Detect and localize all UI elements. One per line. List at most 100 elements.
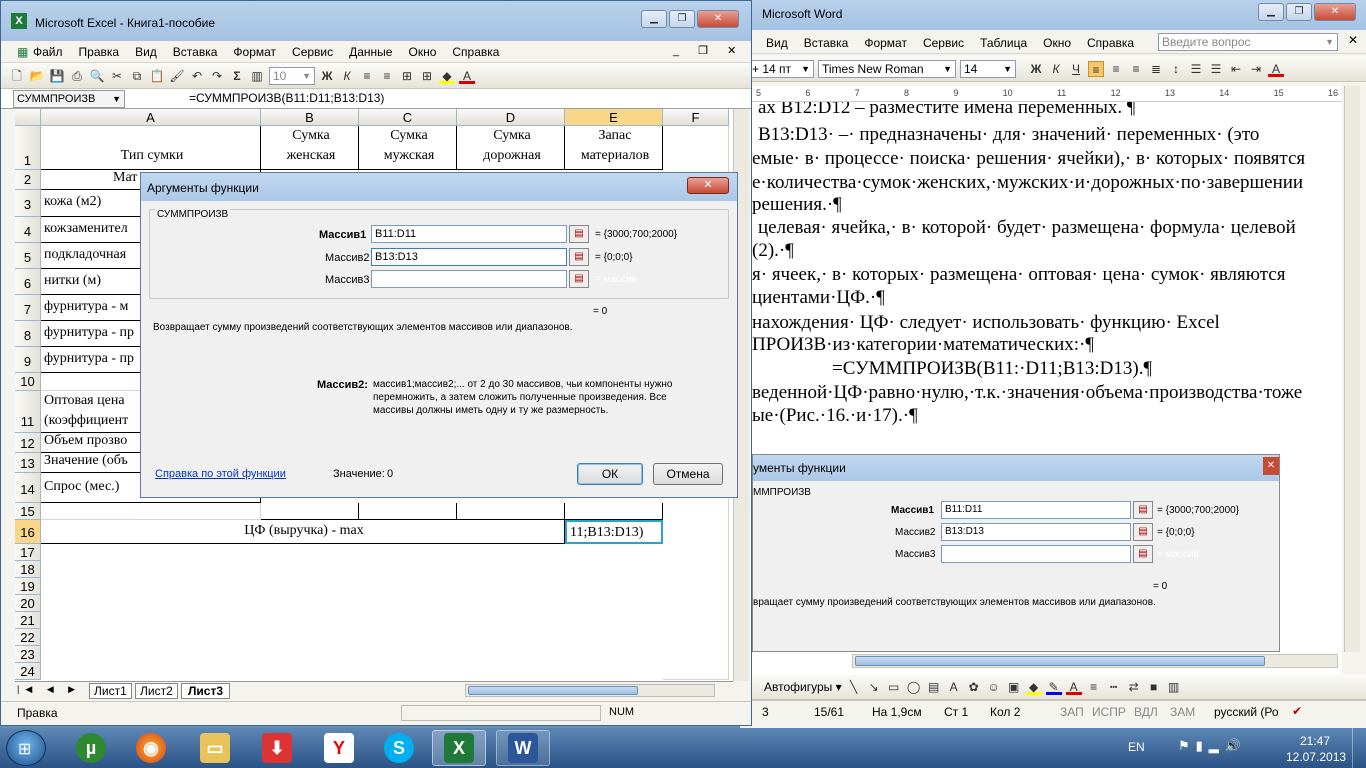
cell-c15[interactable]	[359, 503, 457, 520]
embedded-screenshot[interactable]: ументы функции ✕ ММПРОИЗВ Массив1 B11:D1…	[752, 454, 1280, 652]
taskbar-downloader[interactable]: ⬇	[250, 730, 304, 766]
word-maximize-button[interactable]: ❐	[1286, 3, 1312, 21]
column-header[interactable]: C	[359, 109, 457, 126]
undo-icon[interactable]: ↶	[189, 68, 205, 84]
arrow-icon[interactable]: ↘	[866, 679, 882, 695]
row-header[interactable]: 4	[15, 217, 41, 243]
cell-a1[interactable]: Тип сумки	[41, 126, 261, 170]
row-header[interactable]: 21	[15, 612, 41, 629]
clipart-icon[interactable]: ☺	[986, 679, 1002, 695]
taskbar-skype[interactable]: S	[372, 730, 426, 766]
style-combo[interactable]: + 14 пт ▼	[748, 59, 814, 78]
picture-icon[interactable]: ▣	[1006, 679, 1022, 695]
help-link[interactable]: Справка по этой функции	[155, 468, 286, 480]
arg2-collapse-icon[interactable]: ▤	[569, 248, 589, 266]
row-header[interactable]: 9	[15, 347, 41, 373]
word-menu-item[interactable]: Таблица	[972, 36, 1035, 50]
row-header[interactable]: 12	[15, 433, 41, 453]
cell-a15[interactable]	[41, 503, 261, 520]
rectangle-icon[interactable]: ▭	[886, 679, 902, 695]
diagram-icon[interactable]: ✿	[966, 679, 982, 695]
fill-color-icon[interactable]: ◆	[1025, 679, 1042, 695]
ask-question-input[interactable]: Введите вопрос ▼	[1158, 33, 1338, 51]
word-menu-close-icon[interactable]: ✕	[1348, 33, 1358, 47]
italic-icon[interactable]: К	[1048, 61, 1064, 77]
row-header[interactable]: 5	[15, 243, 41, 269]
word-vertical-scrollbar[interactable]	[1344, 86, 1360, 652]
font-combo[interactable]: Times New Roman ▼	[818, 59, 956, 78]
word-minimize-button[interactable]: ▁	[1258, 3, 1284, 21]
taskbar-explorer[interactable]: ▭	[188, 730, 242, 766]
arg2-input[interactable]: B13:D13	[371, 248, 567, 266]
cell-c1[interactable]: Сумка мужская	[359, 126, 457, 170]
format-painter-icon[interactable]: 🖌	[169, 68, 185, 84]
taskbar-excel[interactable]: X	[432, 730, 486, 766]
cell-b15[interactable]	[261, 503, 359, 520]
excel-menu-item[interactable]: Вставка	[165, 45, 226, 59]
underline-icon[interactable]: Ч	[1068, 61, 1084, 77]
save-icon[interactable]: 💾	[49, 68, 65, 84]
arg1-input[interactable]: B11:D11	[371, 225, 567, 243]
font-size-combo[interactable]: 14 ▼	[960, 59, 1016, 78]
word-menu-item[interactable]: Справка	[1079, 36, 1142, 50]
column-header[interactable]: B	[261, 109, 359, 126]
font-color-icon[interactable]: A	[459, 68, 475, 84]
excel-close-button[interactable]: ✕	[697, 10, 739, 28]
print-icon[interactable]: ⎙	[69, 68, 85, 84]
indent-icon[interactable]: ⇤	[1228, 61, 1244, 77]
row-header[interactable]: 23	[15, 646, 41, 663]
row-header[interactable]: 22	[15, 629, 41, 646]
wordart-icon[interactable]: A	[946, 679, 962, 695]
align-right-icon[interactable]: ≡	[1128, 61, 1144, 77]
cancel-button[interactable]: Отмена	[653, 463, 723, 485]
textbox-icon[interactable]: ▤	[926, 679, 942, 695]
excel-menu-item[interactable]: Вид	[127, 45, 165, 59]
taskbar-firefox[interactable]: ◉	[124, 730, 178, 766]
row-header[interactable]: 19	[15, 578, 41, 595]
word-menu-item[interactable]: Формат	[856, 36, 915, 50]
word-menu-item[interactable]: Вид	[758, 36, 796, 50]
status-language[interactable]: русский (Ро	[1214, 705, 1279, 719]
taskbar-word[interactable]: W	[496, 730, 550, 766]
word-horizontal-scrollbar[interactable]	[852, 654, 1338, 668]
formula-input[interactable]: =СУММПРОИЗВ(B11:D11;B13:D13)	[189, 91, 384, 105]
arrow-style-icon[interactable]: ⇄	[1126, 679, 1142, 695]
align-left-icon[interactable]: ≡	[359, 68, 375, 84]
row-header[interactable]: 10	[15, 373, 41, 391]
workbook-icon[interactable]: ▦	[9, 44, 28, 60]
outdent-icon[interactable]: ⇥	[1248, 61, 1264, 77]
column-header[interactable]: E	[565, 109, 663, 126]
row-header[interactable]: 6	[15, 269, 41, 295]
excel-menu-item[interactable]: Формат	[225, 45, 284, 59]
ok-button[interactable]: ОК	[577, 463, 643, 485]
cell-b1[interactable]: Сумка женская	[261, 126, 359, 170]
word-menu-item[interactable]: Вставка	[796, 36, 857, 50]
column-header[interactable]: A	[41, 109, 261, 126]
arg3-collapse-icon[interactable]: ▤	[569, 270, 589, 288]
workbook-window-controls[interactable]: _ ❐ ✕	[673, 44, 744, 57]
row-header[interactable]: 20	[15, 595, 41, 612]
start-button[interactable]: ⊞	[6, 730, 46, 766]
status-trk[interactable]: ИСПР	[1092, 705, 1126, 719]
bullets-icon[interactable]: ☰	[1208, 61, 1224, 77]
row-header[interactable]: 15	[15, 503, 41, 520]
line-color-icon[interactable]: ✎	[1045, 679, 1062, 695]
line-style-icon[interactable]: ≡	[1086, 679, 1102, 695]
word-close-button[interactable]: ✕	[1314, 3, 1356, 21]
merge-icon[interactable]: ⊞	[399, 68, 415, 84]
clock-date[interactable]: 12.07.2013	[1286, 750, 1346, 764]
line-spacing-icon[interactable]: ↕	[1168, 61, 1184, 77]
sheet-tab[interactable]: Лист1	[89, 683, 132, 699]
name-box[interactable]: СУММПРОИЗВ ▼	[13, 90, 125, 108]
word-menu-item[interactable]: Сервис	[915, 36, 972, 50]
row-header[interactable]: 3	[15, 190, 41, 217]
row-header[interactable]: 16	[15, 520, 41, 544]
cell-d15[interactable]	[457, 503, 565, 520]
sheet-tab[interactable]: Лист2	[135, 683, 178, 699]
clock-time[interactable]: 21:47	[1300, 734, 1330, 748]
bold-icon[interactable]: Ж	[1028, 61, 1044, 77]
excel-menu-item[interactable]: Окно	[400, 45, 444, 59]
dialog-close-button[interactable]: ✕	[687, 177, 729, 194]
excel-horizontal-scrollbar[interactable]	[465, 684, 715, 697]
borders-icon[interactable]: ⊞	[419, 68, 435, 84]
